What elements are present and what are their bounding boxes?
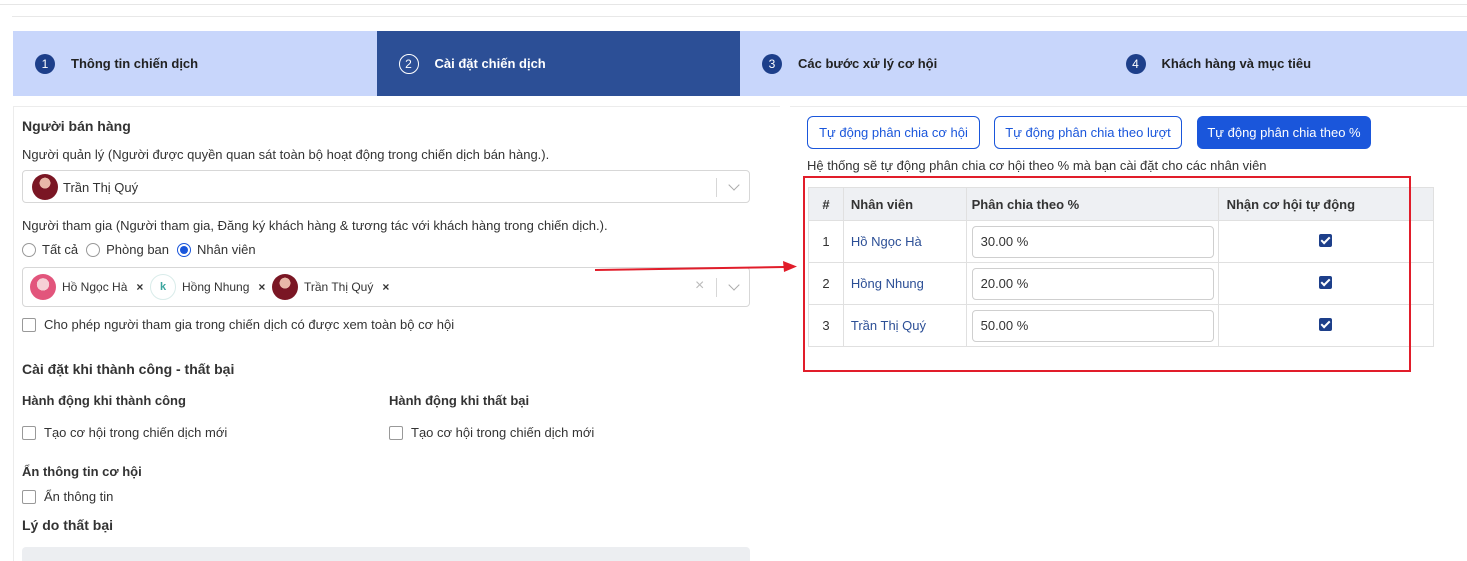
manager-value: Trần Thị Quý <box>63 180 139 195</box>
hide-title: Ẩn thông tin cơ hội <box>22 464 142 479</box>
close-icon[interactable]: × <box>258 280 265 294</box>
step-3[interactable]: 3 Các bước xử lý cơ hội <box>740 31 1104 96</box>
auto-split-opportunity-button[interactable]: Tự động phân chia cơ hội <box>807 116 980 149</box>
chip-label: Hồng Nhung <box>182 280 250 294</box>
reason-title: Lý do thất bại <box>22 517 113 533</box>
chevron-down-icon[interactable] <box>728 279 740 291</box>
participant-type-radios: Tất cả Phòng ban Nhân viên <box>22 242 256 258</box>
step-number: 4 <box>1125 53 1146 74</box>
fail-create-checkbox[interactable]: Tạo cơ hội trong chiến dịch mới <box>389 425 594 441</box>
distribution-description: Hệ thống sẽ tự động phân chia cơ hội the… <box>807 158 1267 173</box>
step-number: 2 <box>398 53 419 74</box>
checkbox[interactable] <box>22 489 36 504</box>
radio-circle-selected[interactable] <box>177 242 192 257</box>
chip-ho-ngoc-ha: Hồ Ngọc Hà × <box>30 273 143 301</box>
checkbox[interactable] <box>22 425 36 440</box>
logo-avatar: k <box>150 274 176 300</box>
radio-circle[interactable] <box>86 242 101 257</box>
radio-employee[interactable]: Nhân viên <box>177 242 256 258</box>
radio-department[interactable]: Phòng ban <box>86 242 169 258</box>
highlight-box <box>803 176 1411 372</box>
close-icon[interactable]: × <box>382 280 389 294</box>
step-label: Các bước xử lý cơ hội <box>798 56 938 71</box>
chip-tran-thi-quy: Trần Thị Quý × <box>272 273 389 301</box>
participant-label: Người tham gia (Người tham gia, Đăng ký … <box>22 218 608 233</box>
step-label: Cài đặt chiến dịch <box>434 56 546 71</box>
step-label: Thông tin chiến dịch <box>71 56 199 71</box>
outcome-title: Cài đặt khi thành công - thất bại <box>22 361 235 377</box>
wizard-stepper: 1 Thông tin chiến dịch 2 Cài đặt chiến d… <box>13 31 1467 96</box>
hide-info-checkbox[interactable]: Ẩn thông tin <box>22 489 113 505</box>
fail-reason-table-header <box>22 547 750 561</box>
step-label: Khách hàng và mục tiêu <box>1161 56 1312 71</box>
radio-all[interactable]: Tất cả <box>22 242 78 258</box>
checkbox[interactable] <box>22 317 36 332</box>
avatar <box>272 274 298 300</box>
manager-label: Người quản lý (Người được quyền quan sát… <box>22 147 550 162</box>
checkbox[interactable] <box>389 425 403 440</box>
chip-label: Hồ Ngọc Hà <box>62 280 128 294</box>
avatar <box>30 274 56 300</box>
annotation-arrow-icon <box>594 261 797 272</box>
clear-all-icon[interactable]: × <box>695 277 704 295</box>
step-1[interactable]: 1 Thông tin chiến dịch <box>13 31 377 96</box>
step-4[interactable]: 4 Khách hàng và mục tiêu <box>1104 31 1467 96</box>
chevron-down-icon[interactable] <box>728 179 740 191</box>
step-2[interactable]: 2 Cài đặt chiến dịch <box>376 31 740 96</box>
close-icon[interactable]: × <box>136 280 143 294</box>
step-number: 1 <box>35 53 55 74</box>
allow-view-checkbox[interactable]: Cho phép người tham gia trong chiến dịch… <box>22 317 454 333</box>
top-divider <box>0 4 1467 5</box>
fail-title: Hành động khi thất bại <box>389 393 530 408</box>
manager-select[interactable]: Trần Thị Quý <box>22 170 750 203</box>
avatar <box>32 174 58 200</box>
auto-split-percent-button[interactable]: Tự động phân chia theo % <box>1197 116 1371 149</box>
radio-circle[interactable] <box>22 242 36 257</box>
select-separator <box>716 278 717 297</box>
chip-hong-nhung: k Hồng Nhung × <box>150 273 265 301</box>
left-panel: Người bán hàng Người quản lý (Người được… <box>13 106 780 561</box>
step-number: 3 <box>762 53 782 74</box>
chip-label: Trần Thị Quý <box>304 280 374 294</box>
success-create-checkbox[interactable]: Tạo cơ hội trong chiến dịch mới <box>22 425 227 441</box>
auto-split-turn-button[interactable]: Tự động phân chia theo lượt <box>994 116 1182 149</box>
top-divider-2 <box>12 16 1467 17</box>
sales-title: Người bán hàng <box>22 118 131 134</box>
select-separator <box>716 178 717 197</box>
success-title: Hành động khi thành công <box>22 393 186 408</box>
